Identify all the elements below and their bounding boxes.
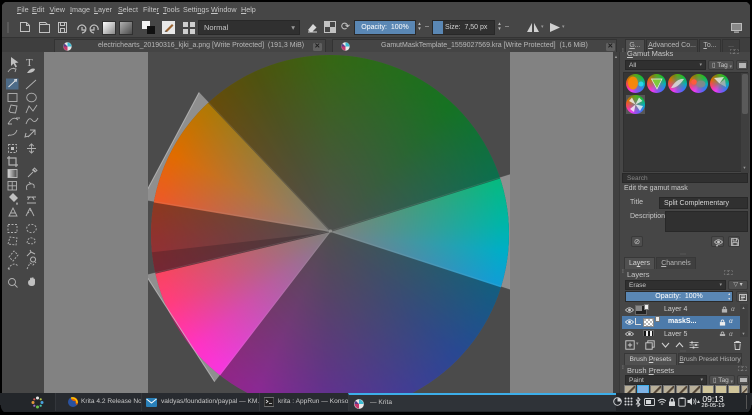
svg-text:T: T [26,57,33,69]
